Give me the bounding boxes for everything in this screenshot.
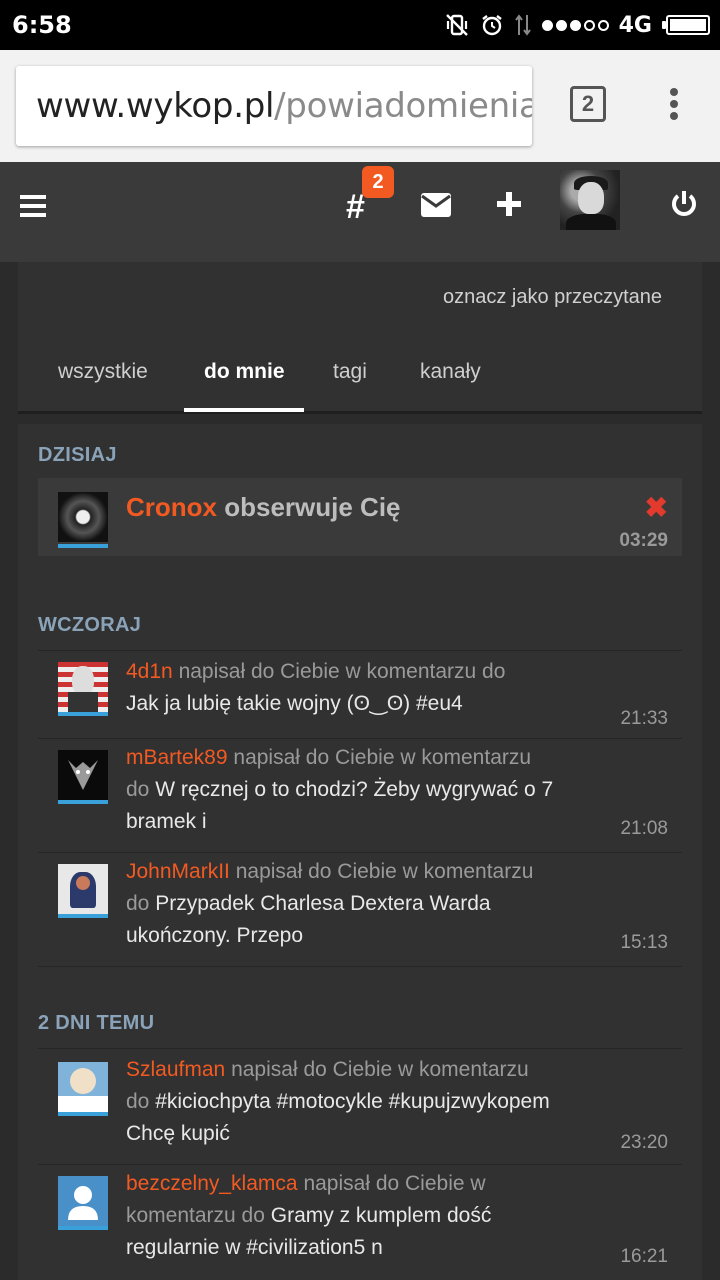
status-bar: 6:58 4G: [0, 0, 720, 50]
avatar-status-bar: [58, 712, 108, 716]
notification-title[interactable]: Przypadek Charlesa Dextera Warda ukończo…: [126, 892, 491, 947]
notification-item[interactable]: Cronox obserwuje Cię ✖ 03:29: [38, 478, 682, 556]
status-icons: 4G: [444, 10, 710, 40]
user-avatar-johnmarkii[interactable]: [58, 864, 108, 914]
section-label-2-days-ago: 2 DNI TEMU: [38, 1012, 155, 1034]
notification-user[interactable]: Szlaufman: [126, 1058, 225, 1081]
avatar-status-bar: [58, 914, 108, 918]
active-tab-indicator: [184, 408, 304, 412]
notification-text: Cronox obserwuje Cię: [126, 492, 401, 523]
signal-dots-icon: [541, 19, 609, 31]
status-time: 6:58: [12, 11, 72, 39]
notification-item[interactable]: JohnMarkII napisał do Ciebie w komentarz…: [38, 856, 682, 960]
notification-action: obserwuje Cię: [224, 492, 401, 522]
avatar-status-bar: [58, 1226, 108, 1230]
notification-item[interactable]: mBartek89 napisał do Ciebie w komentarzu…: [38, 742, 682, 846]
user-avatar[interactable]: [560, 170, 620, 230]
mail-icon[interactable]: [421, 193, 451, 222]
user-avatar-mbartek89[interactable]: [58, 750, 108, 800]
tab-switcher-button[interactable]: 2: [570, 86, 606, 122]
notification-time: 03:29: [619, 530, 668, 551]
network-type: 4G: [618, 12, 652, 38]
notification-time: 23:20: [620, 1132, 668, 1153]
tab-to-me[interactable]: do mnie: [204, 360, 285, 384]
notification-user[interactable]: JohnMarkII: [126, 860, 230, 883]
section-label-yesterday: WCZORAJ: [38, 614, 142, 636]
vibrate-off-icon: [444, 12, 470, 38]
browser-menu-icon[interactable]: [666, 88, 682, 124]
notifications-page: oznacz jako przeczytane wszystkie do mni…: [0, 262, 720, 1280]
avatar-status-bar: [58, 544, 108, 548]
notification-user[interactable]: 4d1n: [126, 660, 173, 683]
notification-item[interactable]: 4d1n napisał do Ciebie w komentarzu do Ja…: [38, 656, 682, 732]
browser-toolbar: www.wykop.pl/powiadomienia/ 2: [0, 50, 720, 162]
notification-text: bezczelny_klamca napisał do Ciebie w kome…: [126, 1172, 492, 1259]
notification-user[interactable]: mBartek89: [126, 746, 228, 769]
user-avatar-4d1n[interactable]: [58, 662, 108, 712]
divider: [38, 1048, 682, 1049]
address-bar[interactable]: www.wykop.pl/powiadomienia/: [16, 66, 532, 146]
battery-icon: [662, 15, 710, 35]
divider: [38, 650, 682, 651]
url-text: www.wykop.pl/powiadomienia/: [36, 86, 532, 126]
user-avatar-szlaufman[interactable]: [58, 1062, 108, 1112]
notification-text: mBartek89 napisał do Ciebie w komentarzu…: [126, 746, 554, 833]
divider: [38, 738, 682, 739]
notification-time: 21:08: [620, 818, 668, 839]
data-arrows-icon: [514, 13, 532, 37]
avatar-status-bar: [58, 1112, 108, 1116]
url-host: www.wykop.pl: [36, 86, 275, 126]
divider: [38, 966, 682, 967]
notification-time: 21:33: [620, 708, 668, 729]
url-path: /powiadomienia/: [274, 86, 532, 126]
alarm-icon: [480, 13, 504, 37]
notification-title[interactable]: Jak ja lubię takie wojny (ʘ‿ʘ) #eu4: [126, 692, 463, 715]
notifications-list: DZISIAJ Cronox obserwuje Cię ✖ 03:29 WCZ…: [18, 424, 702, 1280]
notification-title[interactable]: W ręcznej o to chodzi? Żeby wygrywać o 7…: [126, 778, 553, 833]
tab-tags[interactable]: tagi: [333, 360, 367, 384]
notification-title[interactable]: #kiciochpyta #motocykle #kupujzwykopem C…: [126, 1090, 550, 1145]
notification-text: Szlaufman napisał do Ciebie w komentarzu…: [126, 1058, 550, 1145]
close-icon[interactable]: ✖: [645, 494, 668, 522]
tab-channels[interactable]: kanały: [420, 360, 481, 384]
hashtag-badge: 2: [362, 166, 394, 198]
section-label-today: DZISIAJ: [38, 444, 117, 466]
notification-item[interactable]: Szlaufman napisał do Ciebie w komentarzu…: [38, 1054, 682, 1158]
notification-text: JohnMarkII napisał do Ciebie w komentarz…: [126, 860, 534, 947]
tab-all[interactable]: wszystkie: [58, 360, 148, 384]
add-icon[interactable]: [496, 191, 522, 222]
divider: [38, 1164, 682, 1165]
avatar-status-bar: [58, 800, 108, 804]
menu-icon[interactable]: [20, 195, 46, 219]
user-avatar-bezczelny-klamca[interactable]: [58, 1176, 108, 1226]
site-header: # 2: [0, 162, 720, 262]
notification-user[interactable]: bezczelny_klamca: [126, 1172, 298, 1195]
user-avatar-cronox[interactable]: [58, 492, 108, 542]
power-icon[interactable]: [670, 190, 698, 225]
notification-time: 15:13: [620, 932, 668, 953]
divider: [38, 852, 682, 853]
notification-item[interactable]: bezczelny_klamca napisał do Ciebie w kome…: [38, 1168, 682, 1272]
notification-text: 4d1n napisał do Ciebie w komentarzu do Ja…: [126, 660, 506, 715]
notification-user[interactable]: Cronox: [126, 492, 217, 522]
notifications-toolbar: oznacz jako przeczytane wszystkie do mni…: [18, 262, 702, 414]
notification-time: 16:21: [620, 1246, 668, 1267]
mark-as-read-link[interactable]: oznacz jako przeczytane: [443, 286, 662, 309]
